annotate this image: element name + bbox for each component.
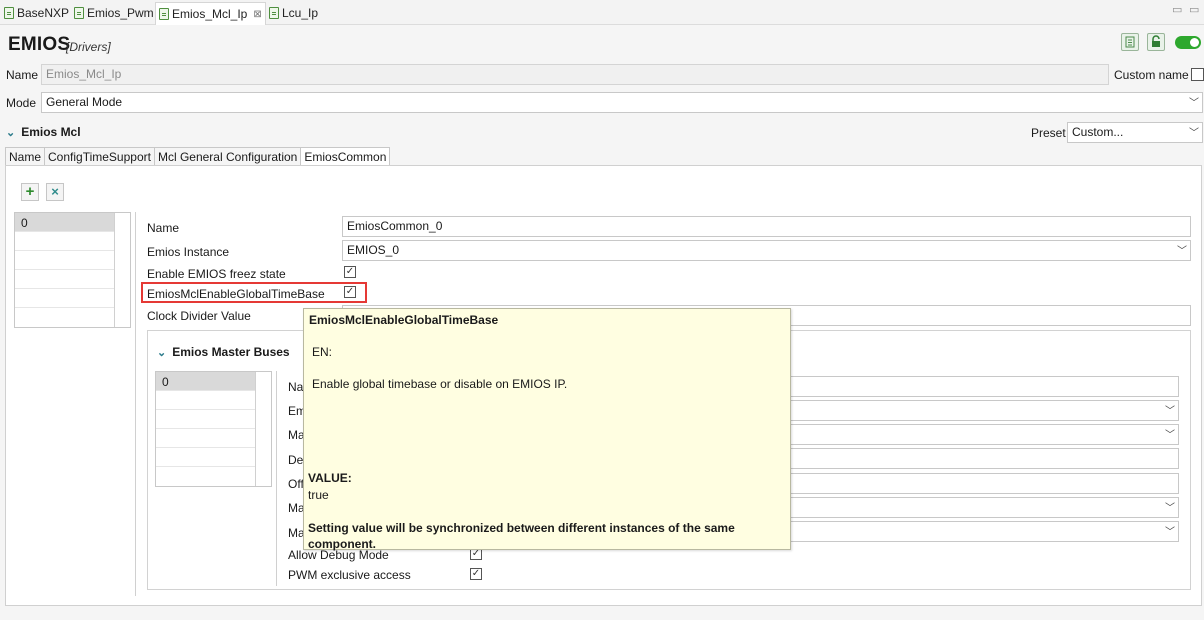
name-field-label: Name	[147, 221, 180, 235]
component-name-field: Emios_Mcl_Ip	[41, 64, 1109, 85]
chevron-down-icon: ﹀	[1165, 406, 1175, 417]
tooltip-value-label: VALUE:	[308, 471, 352, 485]
section-title: Emios Mcl	[21, 125, 81, 139]
tab-configtimesupport[interactable]: ConfigTimeSupport	[44, 147, 154, 167]
list-column-divider	[114, 213, 115, 327]
list-item-empty	[15, 251, 114, 270]
instance-value: EMIOS_0	[347, 243, 400, 257]
custom-name-label: Custom name	[1114, 68, 1189, 82]
bus-default-label: De	[288, 453, 304, 467]
maximize-icon[interactable]: ▭	[1189, 3, 1199, 16]
list-item-label: 0	[21, 216, 28, 230]
file-icon	[269, 7, 279, 19]
enable-toggle[interactable]	[1175, 36, 1201, 49]
minimize-icon[interactable]: ▭	[1172, 3, 1182, 16]
mode-value: General Mode	[46, 95, 123, 109]
name-field[interactable]: EmiosCommon_0	[342, 216, 1191, 237]
tooltip-description: Enable global timebase or disable on EMI…	[312, 377, 568, 391]
list-item[interactable]: 0	[15, 213, 114, 232]
file-icon	[159, 8, 169, 20]
tab-label: Lcu_Ip	[282, 6, 319, 20]
tab-mcl-general-configuration[interactable]: Mcl General Configuration	[153, 147, 301, 167]
remove-icon[interactable]: ×	[46, 183, 64, 201]
page-subtitle: [Drivers]	[66, 40, 111, 54]
bus-name-label: Na	[288, 380, 304, 394]
list-item-empty	[156, 448, 255, 467]
chevron-down-icon: ⌄	[157, 346, 167, 359]
chevron-down-icon: ⌄	[6, 126, 16, 139]
editor-tab-basenxp[interactable]: BaseNXP	[4, 3, 69, 23]
tooltip: EmiosMclEnableGlobalTimeBase EN: Enable …	[303, 308, 791, 551]
freeze-checkbox[interactable]: ✓	[344, 266, 356, 278]
preset-value: Custom...	[1072, 125, 1124, 139]
editor-tab-lcu-ip[interactable]: Lcu_Ip	[269, 3, 318, 23]
list-column-divider	[255, 372, 256, 486]
tooltip-title: EmiosMclEnableGlobalTimeBase	[309, 313, 499, 327]
tab-name[interactable]: Name	[5, 147, 45, 167]
tab-label: BaseNXP	[17, 6, 70, 20]
editor-tab-emios-mcl-ip[interactable]: Emios_Mcl_Ip ⊠	[155, 2, 266, 25]
name-label: Name	[6, 68, 39, 82]
chevron-down-icon: ﹀	[1165, 527, 1175, 538]
splitter[interactable]	[276, 371, 277, 586]
mode-label: Mode	[6, 96, 37, 110]
tooltip-en-label: EN:	[312, 345, 333, 359]
section-header[interactable]: ⌄ Emios Mcl	[6, 125, 81, 139]
file-icon	[4, 7, 14, 19]
list-item-empty	[15, 232, 114, 251]
chevron-down-icon: ﹀	[1165, 503, 1175, 514]
tooltip-sync-note: Setting value will be synchronized betwe…	[308, 521, 735, 551]
config-tabs: Name ConfigTimeSupport Mcl General Confi…	[5, 147, 391, 168]
splitter[interactable]	[135, 212, 136, 596]
bus-offset-label: Off	[288, 477, 304, 491]
chevron-down-icon: ﹀	[1189, 128, 1199, 139]
list-item-empty	[15, 289, 114, 308]
tooltip-value: true	[308, 488, 329, 502]
pwm-exclusive-label: PWM exclusive access	[288, 568, 411, 582]
close-tab-icon[interactable]: ⊠	[253, 9, 261, 20]
file-icon	[74, 7, 84, 19]
mode-select[interactable]: General Mode ﹀	[41, 92, 1203, 113]
chevron-down-icon: ﹀	[1165, 430, 1175, 441]
freeze-label: Enable EMIOS freez state	[147, 267, 286, 281]
instance-select[interactable]: EMIOS_0 ﹀	[342, 240, 1191, 261]
list-item-label: 0	[162, 375, 169, 389]
page-title: EMIOS	[8, 34, 71, 55]
unlock-icon[interactable]	[1147, 33, 1165, 51]
global-timebase-checkbox[interactable]: ✓	[344, 286, 356, 298]
editor-tab-bar: BaseNXP Emios_Pwm Emios_Mcl_Ip ⊠ Lcu_Ip …	[0, 0, 1204, 25]
custom-name-checkbox[interactable]	[1191, 68, 1204, 81]
list-item-empty	[156, 391, 255, 410]
instance-label: Emios Instance	[147, 245, 230, 259]
chevron-down-icon: ﹀	[1189, 98, 1199, 109]
tab-label: Emios_Mcl_Ip	[172, 7, 248, 21]
master-buses-list: 0	[155, 371, 272, 487]
instance-list: 0	[14, 212, 131, 328]
tab-label: Emios_Pwm	[87, 6, 154, 20]
global-timebase-label: EmiosMclEnableGlobalTimeBase	[147, 287, 325, 301]
preset-label: Preset	[1031, 126, 1066, 140]
list-item-empty	[15, 270, 114, 289]
list-item-empty	[156, 429, 255, 448]
preset-select[interactable]: Custom... ﹀	[1067, 122, 1203, 143]
list-item[interactable]: 0	[156, 372, 255, 391]
document-icon[interactable]	[1121, 33, 1139, 51]
clock-divider-label: Clock Divider Value	[147, 309, 251, 323]
master-buses-header[interactable]: ⌄ Emios Master Buses	[157, 345, 290, 359]
add-icon[interactable]: +	[21, 183, 39, 201]
master-buses-title: Emios Master Buses	[172, 345, 290, 359]
editor-tab-emios-pwm[interactable]: Emios_Pwm	[74, 3, 154, 23]
chevron-down-icon: ﹀	[1177, 246, 1187, 257]
pwm-exclusive-checkbox[interactable]: ✓	[470, 568, 482, 580]
list-item-empty	[156, 410, 255, 429]
